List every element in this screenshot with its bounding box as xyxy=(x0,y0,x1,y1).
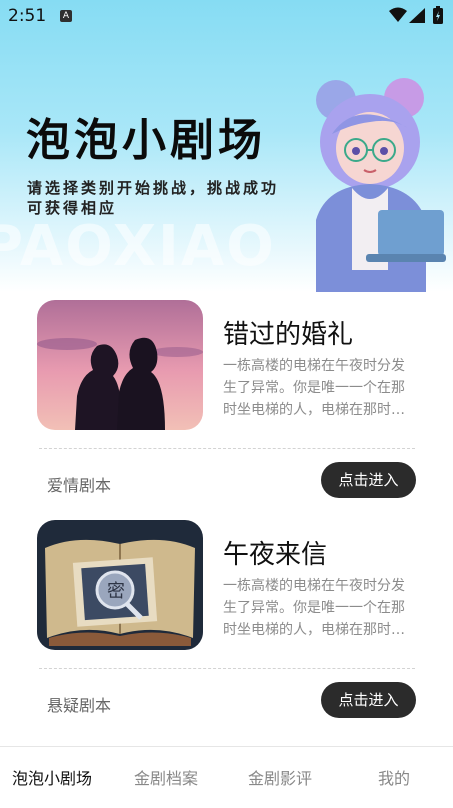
script-card[interactable]: 错过的婚礼 一栋高楼的电梯在午夜时分发生了异常。你是唯一一个在那时坐电梯的人，电… xyxy=(37,300,417,515)
nav-item-archive[interactable]: 金剧档案 xyxy=(134,765,198,789)
card-genre-label: 悬疑剧本 xyxy=(47,696,112,715)
status-bar: 2:51 A xyxy=(0,0,453,32)
nav-item-profile[interactable]: 我的 xyxy=(378,765,410,789)
card-title: 午夜来信 xyxy=(223,540,328,570)
mystery-book-image: 密 xyxy=(37,520,203,650)
sim-card-icon: A xyxy=(60,10,72,22)
script-card[interactable]: 密 午夜来信 一栋高楼的电梯在午夜时分发生了异常。你是唯一一个在那时坐电梯的人，… xyxy=(37,520,417,735)
card-genre-label: 爱情剧本 xyxy=(47,476,112,495)
card-title: 错过的婚礼 xyxy=(223,320,354,350)
page-title: 泡泡小剧场 xyxy=(26,115,266,166)
character-illustration xyxy=(316,78,446,292)
card-description: 一栋高楼的电梯在午夜时分发生了异常。你是唯一一个在那时坐电梯的人，电梯在那时坐电… xyxy=(223,578,405,638)
battery-icon xyxy=(433,6,443,24)
svg-text:密: 密 xyxy=(107,581,125,602)
couple-sunset-image xyxy=(37,300,203,430)
card-divider xyxy=(39,448,415,449)
hero-subtitle: 请选择类别开始挑战，挑战成功 可获得相应 xyxy=(27,179,280,217)
enter-button[interactable]: 点击进入 xyxy=(321,462,416,498)
wifi-icon xyxy=(389,7,407,22)
hero-watermark: PAOXIAO xyxy=(0,214,276,279)
status-time: 2:51 xyxy=(8,6,47,26)
bottom-navigation: 泡泡小剧场 金剧档案 金剧影评 我的 xyxy=(0,746,453,808)
nav-item-reviews[interactable]: 金剧影评 xyxy=(248,765,312,789)
hero-banner: 2:51 A PAOXIAO 泡泡小剧场 请选择类别开始挑战，挑战成功 可获得相… xyxy=(0,0,453,292)
nav-item-theater[interactable]: 泡泡小剧场 xyxy=(12,765,92,789)
enter-button[interactable]: 点击进入 xyxy=(321,682,416,718)
signal-icon xyxy=(409,8,425,23)
card-description: 一栋高楼的电梯在午夜时分发生了异常。你是唯一一个在那时坐电梯的人，电梯在那时坐电… xyxy=(223,358,405,418)
card-divider xyxy=(39,668,415,669)
